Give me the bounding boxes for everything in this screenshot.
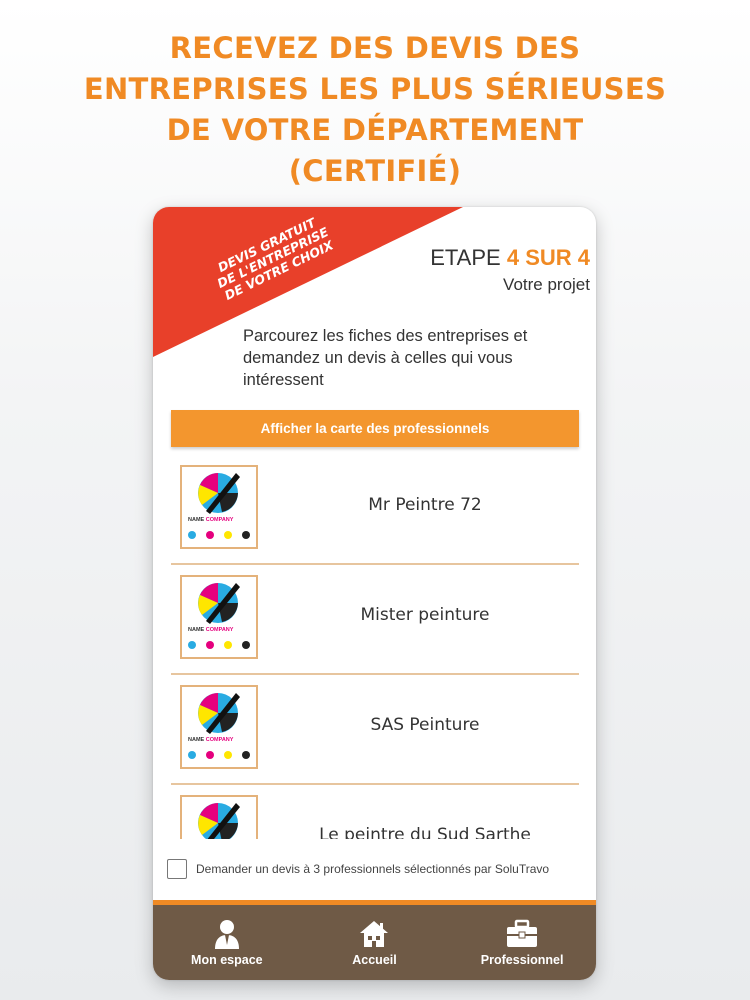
logo-company-text: COMPANY [206,737,234,743]
headline-line: (CERTIFIÉ) [288,154,462,188]
briefcase-icon [507,919,538,947]
logo-name-text: NAME [188,737,205,743]
logo-company-text: COMPANY [206,517,234,523]
headline-line: RECEVEZ DES DEVIS DES [169,31,581,65]
company-logo: NAME COMPANY [180,795,258,839]
user-icon [214,919,239,949]
auto-select-label: Demander un devis à 3 professionnels sél… [196,862,550,876]
paint-brush-icon: NAME COMPANY [198,803,240,839]
company-list[interactable]: NAME COMPANY Mr Peintre 72 NAME COMPANY [171,455,579,839]
svg-text:NAME COMPANY: NAME COMPANY [188,737,234,743]
company-name: SAS Peinture [370,715,480,735]
company-list-item[interactable]: NAME COMPANY Mr Peintre 72 [171,455,579,565]
auto-select-checkbox[interactable] [167,859,187,879]
company-logo: NAME COMPANY [180,575,258,659]
paint-brush-icon: NAME COMPANY [188,583,250,649]
nav-label: Professionnel [480,952,564,967]
nav-item-professionnel[interactable]: Professionnel [452,919,592,967]
paint-brush-icon: NAME COMPANY [188,473,250,539]
nav-label: Mon espace [191,952,263,967]
company-list-item[interactable]: NAME COMPANY Le peintre du Sud Sarthe [171,785,579,839]
svg-text:NAME COMPANY: NAME COMPANY [188,517,234,523]
company-list-item[interactable]: NAME COMPANY Mister peinture [171,565,579,675]
company-name: Mr Peintre 72 [368,495,482,515]
logo-company-text: COMPANY [206,627,234,633]
company-name: Le peintre du Sud Sarthe [319,825,531,839]
home-icon [360,920,389,947]
phone-screen: DEVIS GRATUIT DE L'ENTREPRISE DE VOTRE C… [153,207,596,980]
paint-brush-icon: NAME COMPANY [188,693,250,759]
company-list-item[interactable]: NAME COMPANY SAS Peinture [171,675,579,785]
step-label: ETAPE [430,245,501,270]
company-logo: NAME COMPANY [180,685,258,769]
step-indicator: ETAPE 4 SUR 4 Votre projet [430,245,590,295]
svg-text:NAME COMPANY: NAME COMPANY [188,627,234,633]
logo-name-text: NAME [188,517,205,523]
company-logo: NAME COMPANY [180,465,258,549]
headline: RECEVEZ DES DEVIS DES ENTREPRISES LES PL… [0,28,750,192]
bottom-nav: Mon espace Accueil Professionnel [153,900,596,980]
step-subtitle: Votre projet [503,275,590,294]
intro-text: Parcourez les fiches des entreprises et … [243,327,528,389]
nav-label: Accueil [352,952,397,967]
logo-name-text: NAME [188,627,205,633]
nav-item-accueil[interactable]: Accueil [304,919,444,967]
nav-item-mon-espace[interactable]: Mon espace [157,919,297,967]
headline-line: ENTREPRISES LES PLUS SÉRIEUSES [83,72,667,106]
show-map-button[interactable]: Afficher la carte des professionnels [171,410,579,447]
step-number: 4 SUR 4 [506,245,590,270]
headline-line: DE VOTRE DÉPARTEMENT [166,113,584,147]
auto-select-option[interactable]: Demander un devis à 3 professionnels sél… [167,859,549,879]
company-name: Mister peinture [360,605,490,625]
